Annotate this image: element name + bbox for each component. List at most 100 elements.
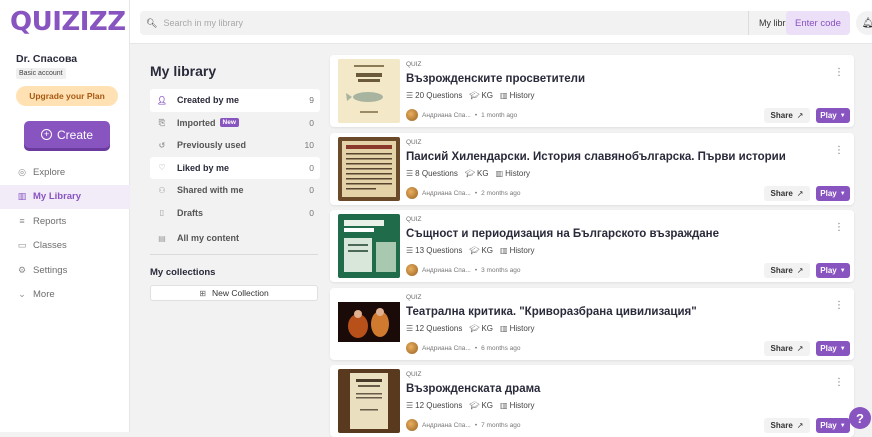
quiz-author-row: Андриана Спа... • 1 month ago bbox=[406, 109, 517, 121]
share-label: Share bbox=[770, 344, 793, 353]
grade-level: KG bbox=[477, 169, 489, 178]
subject: History bbox=[509, 91, 535, 100]
share-button[interactable]: Share ↗ bbox=[764, 341, 810, 356]
sidebar-item-label: Explore bbox=[33, 166, 66, 178]
author-name: Андриана Спа... bbox=[422, 421, 471, 429]
share-button[interactable]: Share ↗ bbox=[764, 418, 810, 433]
sidebar-item-more[interactable]: ⌄ More bbox=[0, 283, 130, 308]
sidebar-nav: ◎ Explore ▥ My Library ≡ Reports ▭ Class… bbox=[0, 160, 130, 307]
subject-icon: ▥ bbox=[500, 401, 508, 410]
share-button[interactable]: Share ↗ bbox=[764, 186, 810, 201]
folder-plus-icon: ⊞ bbox=[199, 288, 206, 298]
archive-icon: ▤ bbox=[158, 233, 166, 243]
share-icon: ↗ bbox=[796, 344, 804, 353]
share-icon: ↗ bbox=[796, 266, 804, 275]
play-button[interactable]: Play ▼ bbox=[816, 341, 850, 356]
play-label: Play bbox=[820, 189, 837, 198]
chart-icon: ≡ bbox=[19, 216, 25, 227]
sidebar-item-label: Classes bbox=[33, 240, 67, 252]
sidebar-item-reports[interactable]: ≡ Reports bbox=[0, 209, 130, 234]
enter-code-button[interactable]: Enter code bbox=[786, 11, 850, 35]
sidebar-item-label: Reports bbox=[33, 215, 67, 227]
play-button[interactable]: Play ▼ bbox=[816, 263, 850, 278]
quiz-title[interactable]: Същност и периодизация на Българското въ… bbox=[406, 228, 719, 240]
filter-label: All my content bbox=[177, 233, 240, 244]
more-options-icon[interactable]: ⋮ bbox=[834, 377, 844, 388]
list-icon: ☰ bbox=[406, 324, 414, 333]
quiz-card[interactable]: QUIZ Възрожденската драма ☰ 12 Questions … bbox=[330, 365, 854, 437]
quiz-card[interactable]: QUIZ Възрожденските просветители ☰ 20 Que… bbox=[330, 55, 854, 127]
account-type-badge: Basic account bbox=[16, 68, 66, 79]
question-count: 12 Questions bbox=[415, 401, 463, 410]
new-collection-button[interactable]: ⊞ New Collection bbox=[150, 285, 318, 301]
sidebar-item-my-library[interactable]: ▥ My Library bbox=[0, 184, 130, 209]
quiz-card[interactable]: QUIZ Театрална критика. "Криворазбрана ц… bbox=[330, 288, 854, 360]
bell-icon[interactable]: 🔔︎ bbox=[856, 11, 872, 35]
caret-down-icon: ▼ bbox=[839, 112, 846, 119]
filter-imported[interactable]: ⎘ Imported New 0 bbox=[150, 112, 320, 135]
quiz-timestamp: 7 months ago bbox=[481, 421, 521, 429]
more-options-icon[interactable]: ⋮ bbox=[834, 222, 844, 233]
user-icon: 👤︎ bbox=[156, 95, 168, 105]
quiz-title[interactable]: Паисий Хилендарски. История славянобълга… bbox=[406, 151, 786, 163]
upgrade-plan-button[interactable]: Upgrade your Plan bbox=[16, 86, 118, 106]
play-label: Play bbox=[820, 421, 837, 430]
filter-count: 0 bbox=[309, 207, 314, 218]
help-button[interactable]: ? bbox=[849, 407, 871, 429]
quiz-title[interactable]: Възрожденската драма bbox=[406, 383, 540, 395]
avatar bbox=[406, 419, 418, 431]
quizizz-logo[interactable]: QUIZIZZ bbox=[10, 7, 126, 37]
play-button[interactable]: Play ▼ bbox=[816, 108, 850, 123]
filter-liked-by-me[interactable]: ♡ Liked by me 0 bbox=[150, 156, 320, 179]
filter-count: 10 bbox=[304, 140, 314, 151]
filter-previously-used[interactable]: ↺ Previously used 10 bbox=[150, 134, 320, 157]
avatar bbox=[406, 109, 418, 121]
search-input[interactable] bbox=[163, 18, 704, 28]
filter-count: 9 bbox=[309, 95, 314, 106]
quiz-meta: ☰ 12 Questions 🎓︎ KG ▥ History bbox=[406, 401, 534, 410]
filter-count: 0 bbox=[309, 162, 314, 173]
subject-icon: ▥ bbox=[500, 324, 508, 333]
filter-drafts[interactable]: ▯ Drafts 0 bbox=[150, 202, 320, 225]
author-name: Андриана Спа... bbox=[422, 189, 471, 197]
quiz-author-row: Андриана Спа... • 3 months ago bbox=[406, 264, 521, 276]
more-options-icon[interactable]: ⋮ bbox=[834, 67, 844, 78]
list-icon: ☰ bbox=[406, 91, 414, 100]
heart-icon: ♡ bbox=[158, 163, 166, 173]
sidebar-item-explore[interactable]: ◎ Explore bbox=[0, 160, 130, 185]
list-icon: ☰ bbox=[406, 401, 414, 410]
quiz-title[interactable]: Театрална критика. "Криворазбрана цивили… bbox=[406, 306, 697, 318]
play-label: Play bbox=[820, 111, 837, 120]
quiz-timestamp: 1 month ago bbox=[481, 111, 518, 119]
quiz-card[interactable]: QUIZ Паисий Хилендарски. История славяно… bbox=[330, 133, 854, 205]
collections-title: My collections bbox=[150, 267, 216, 278]
play-button[interactable]: Play ▼ bbox=[816, 186, 850, 201]
quiz-type-label: QUIZ bbox=[406, 216, 422, 223]
caret-down-icon: ▼ bbox=[839, 345, 846, 352]
create-button[interactable]: + Create bbox=[24, 121, 110, 148]
share-button[interactable]: Share ↗ bbox=[764, 108, 810, 123]
filter-shared-with-me[interactable]: ⚇ Shared with me 0 bbox=[150, 179, 320, 202]
quiz-type-label: QUIZ bbox=[406, 61, 422, 68]
filter-label: Imported bbox=[177, 117, 216, 128]
filter-all-my-content[interactable]: ▤ All my content bbox=[150, 227, 320, 250]
quiz-thumbnail bbox=[338, 137, 400, 201]
share-label: Share bbox=[770, 266, 793, 275]
play-button[interactable]: Play ▼ bbox=[816, 418, 850, 433]
quiz-title[interactable]: Възрожденските просветители bbox=[406, 73, 585, 85]
quiz-card[interactable]: QUIZ Същност и периодизация на Българско… bbox=[330, 210, 854, 282]
avatar bbox=[406, 264, 418, 276]
quiz-meta: ☰ 12 Questions 🎓︎ KG ▥ History bbox=[406, 324, 534, 333]
sidebar-item-settings[interactable]: ⚙ Settings bbox=[0, 258, 130, 283]
sidebar-item-classes[interactable]: ▭ Classes bbox=[0, 234, 130, 259]
subject: History bbox=[509, 324, 535, 333]
question-count: 20 Questions bbox=[415, 91, 463, 100]
more-options-icon[interactable]: ⋮ bbox=[834, 145, 844, 156]
quiz-meta: ☰ 20 Questions 🎓︎ KG ▥ History bbox=[406, 91, 534, 100]
filter-created-by-me[interactable]: 👤︎ Created by me 9 bbox=[150, 89, 320, 112]
search-icon: 🔍︎ bbox=[146, 17, 158, 28]
grade-icon: 🎓︎ bbox=[469, 324, 480, 333]
share-icon: ↗ bbox=[796, 421, 804, 430]
more-options-icon[interactable]: ⋮ bbox=[834, 300, 844, 311]
share-button[interactable]: Share ↗ bbox=[764, 263, 810, 278]
